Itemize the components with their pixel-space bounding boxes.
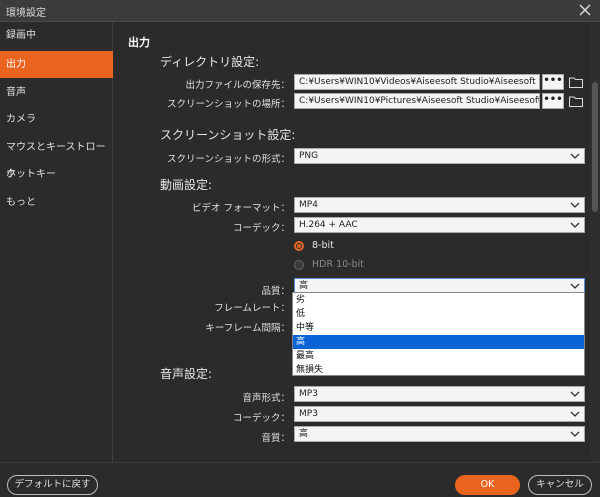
video-format-value: MP4 xyxy=(299,200,318,210)
screenshot-folder-icon[interactable] xyxy=(569,95,583,107)
screenshot-format-value: PNG xyxy=(299,151,319,161)
scrollbar-thumb[interactable] xyxy=(592,82,598,212)
video-quality-label: 品質： xyxy=(261,286,290,297)
quality-option-high[interactable]: 高 xyxy=(293,335,584,349)
reset-defaults-button[interactable]: デフォルトに戻す xyxy=(7,475,98,495)
audio-quality-select[interactable]: 高 xyxy=(294,426,585,442)
sidebar-item-hotkeys[interactable]: ホットキー xyxy=(0,161,113,188)
video-quality-value: 高 xyxy=(299,281,309,291)
chevron-down-icon xyxy=(570,153,580,159)
sidebar: 録画中 出力 音声 カメラ マウスとキーストローク ホットキー もっと xyxy=(0,22,113,462)
chevron-down-icon xyxy=(570,391,580,397)
video-format-label: ビデオ フォーマット： xyxy=(191,203,290,214)
close-icon[interactable] xyxy=(578,3,592,17)
audio-format-select[interactable]: MP3 xyxy=(294,386,585,402)
screenshot-format-label: スクリーンショットの形式： xyxy=(166,154,290,165)
output-folder-icon[interactable] xyxy=(569,76,583,88)
screenshot-format-select[interactable]: PNG xyxy=(294,148,585,164)
quality-option-lossless[interactable]: 無損失 xyxy=(293,363,584,377)
keyframe-label: キーフレーム間隔： xyxy=(205,323,290,334)
video-codec-value: H.264 + AAC xyxy=(299,220,358,230)
sidebar-item-recording[interactable]: 録画中 xyxy=(0,22,113,49)
window-title: 環境設定 xyxy=(6,8,46,19)
directory-heading: ディレクトリ設定: xyxy=(160,55,260,69)
bit8-label: 8-bit xyxy=(312,240,334,251)
footer: デフォルトに戻す OK キャンセル xyxy=(0,462,600,497)
quality-option-low[interactable]: 低 xyxy=(293,307,584,321)
video-format-select[interactable]: MP4 xyxy=(294,197,585,213)
sidebar-item-output[interactable]: 出力 xyxy=(0,51,113,78)
audio-codec-value: MP3 xyxy=(299,409,318,419)
framerate-label: フレームレート： xyxy=(214,303,290,314)
audio-format-label: 音声形式： xyxy=(242,393,290,404)
output-path-label: 出力ファイルの保存先： xyxy=(185,80,290,91)
screenshot-heading: スクリーンショット設定: xyxy=(160,128,296,142)
sidebar-item-more[interactable]: もっと xyxy=(0,189,113,216)
quality-option-highest[interactable]: 最高 xyxy=(293,349,584,363)
hdr-label: HDR 10-bit xyxy=(312,259,364,270)
title-bar: 環境設定 xyxy=(0,0,600,22)
audio-format-value: MP3 xyxy=(299,389,318,399)
bit8-radio[interactable] xyxy=(294,241,304,251)
sidebar-item-mouse-keystroke[interactable]: マウスとキーストローク xyxy=(0,134,113,180)
screenshot-path-field[interactable]: C:¥Users¥WIN10¥Pictures¥Aiseesoft Studio… xyxy=(294,93,540,109)
audio-quality-value: 高 xyxy=(299,429,309,439)
output-browse-button[interactable]: ••• xyxy=(542,74,564,90)
quality-dropdown-list: 劣 低 中等 高 最高 無損失 xyxy=(292,292,585,376)
settings-panel: 出力 ディレクトリ設定: 出力ファイルの保存先： C:¥Users¥WIN10¥… xyxy=(114,22,600,462)
chevron-down-icon xyxy=(570,431,580,437)
ok-button[interactable]: OK xyxy=(455,475,520,495)
scrollbar[interactable] xyxy=(590,22,600,462)
chevron-down-icon xyxy=(570,202,580,208)
video-codec-label: コーデック： xyxy=(232,223,290,234)
section-title: 出力 xyxy=(128,36,150,49)
chevron-down-icon xyxy=(570,283,580,289)
hdr-radio[interactable] xyxy=(294,260,304,270)
chevron-down-icon xyxy=(570,411,580,417)
output-path-field[interactable]: C:¥Users¥WIN10¥Videos¥Aiseesoft Studio¥A… xyxy=(294,74,540,90)
cancel-button[interactable]: キャンセル xyxy=(528,475,592,495)
sidebar-item-camera[interactable]: カメラ xyxy=(0,106,113,133)
audio-codec-select[interactable]: MP3 xyxy=(294,406,585,422)
screenshot-path-label: スクリーンショットの場所： xyxy=(166,99,290,110)
quality-option-medium[interactable]: 中等 xyxy=(293,321,584,335)
quality-option-worst[interactable]: 劣 xyxy=(293,293,584,307)
audio-quality-label: 音質： xyxy=(261,433,290,444)
chevron-down-icon xyxy=(570,222,580,228)
video-heading: 動画設定: xyxy=(160,178,213,192)
video-codec-select[interactable]: H.264 + AAC xyxy=(294,217,585,233)
audio-codec-label: コーデック： xyxy=(232,413,290,424)
sidebar-item-audio[interactable]: 音声 xyxy=(0,79,113,106)
screenshot-browse-button[interactable]: ••• xyxy=(542,93,564,109)
audio-heading: 音声設定: xyxy=(160,367,213,381)
